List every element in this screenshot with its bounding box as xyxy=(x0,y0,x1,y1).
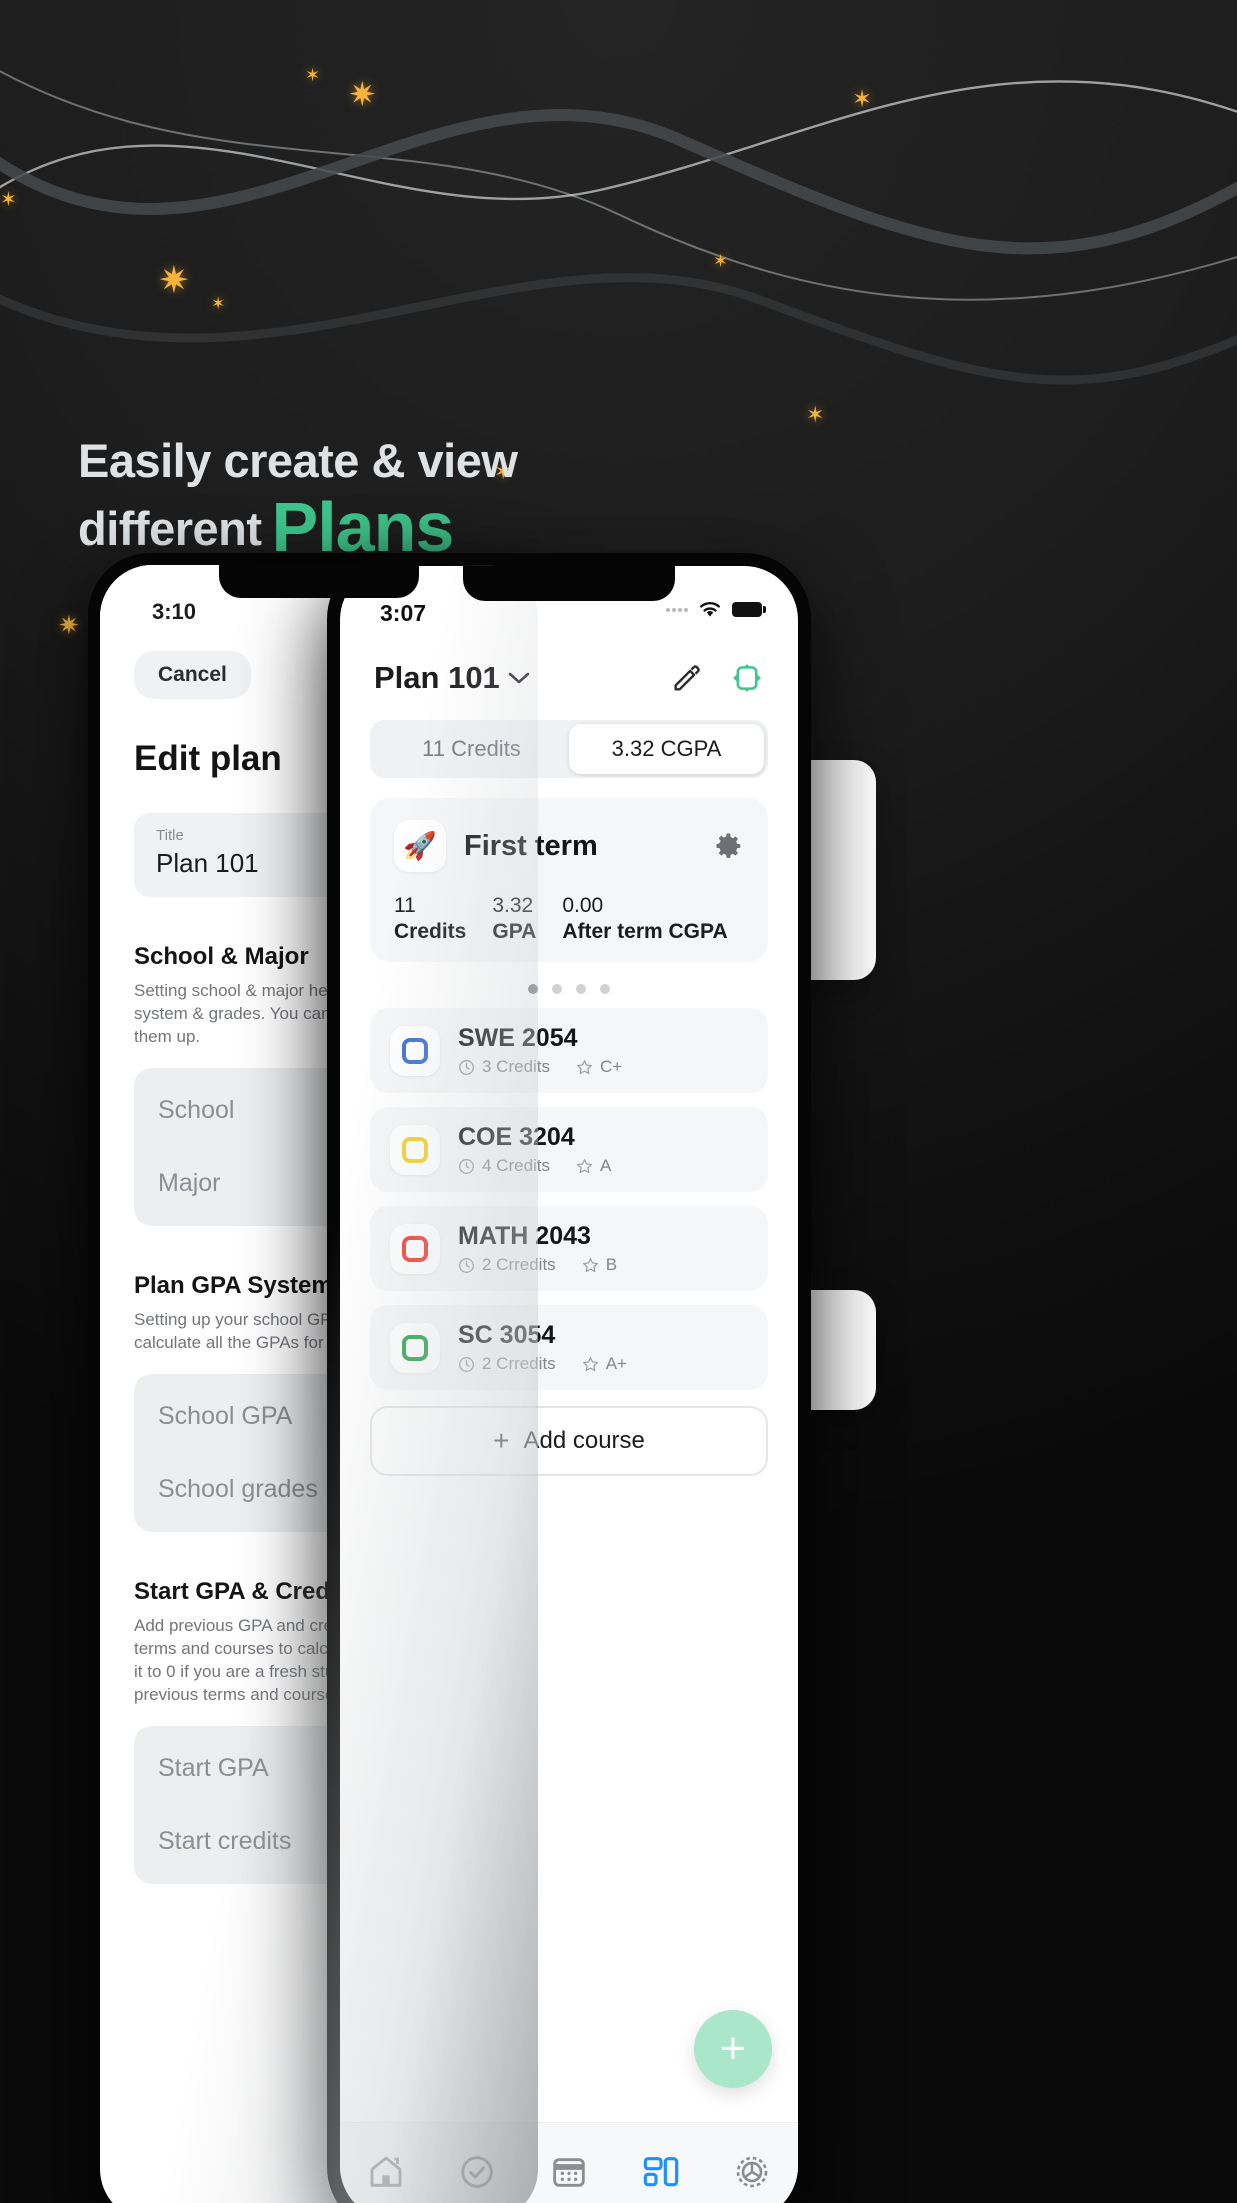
stat-label: Credits xyxy=(394,920,467,943)
settings-icon xyxy=(736,2156,768,2187)
front-status-time: 3:07 xyxy=(380,600,427,626)
segment-cgpa[interactable]: 3.32 CGPA xyxy=(569,724,764,774)
course-row[interactable]: MATH 2043 2 Crredits B xyxy=(370,1206,768,1291)
course-code: SWE 2054 xyxy=(458,1024,578,1052)
term-name: First term xyxy=(464,829,598,862)
star-icon xyxy=(582,1257,598,1272)
course-color-icon xyxy=(390,1124,440,1175)
chevron-down-icon xyxy=(508,672,530,684)
course-credits: 4 Credits xyxy=(482,1156,551,1175)
stat-value: 11 xyxy=(394,894,416,917)
back-status-time: 3:10 xyxy=(152,599,197,624)
front-phone-notch xyxy=(463,566,675,601)
page-dot[interactable] xyxy=(552,984,562,994)
course-color-icon xyxy=(390,1322,440,1373)
stat-value: 0.00 xyxy=(562,894,604,917)
clock-icon xyxy=(459,1059,474,1075)
pencil-icon[interactable] xyxy=(670,661,704,695)
course-code: COE 3204 xyxy=(458,1123,575,1151)
term-card-header: 🚀 First term xyxy=(394,820,744,872)
expand-arrows-icon[interactable] xyxy=(730,661,764,695)
desc-line: calculate all the GPAs for you xyxy=(134,1333,356,1352)
stat-value: 3.32 xyxy=(492,894,534,917)
tab-plans[interactable] xyxy=(615,2152,707,2192)
front-status-icons xyxy=(666,600,766,619)
stat-label: After term CGPA xyxy=(562,920,728,943)
course-grade: C+ xyxy=(600,1057,623,1076)
tasks-icon xyxy=(461,2155,494,2188)
tab-home[interactable] xyxy=(340,2152,432,2192)
front-phone-device: 3:07 Plan 101 11 Credits 3.32 CGPA 🚀 Fir… xyxy=(327,553,811,2203)
course-row[interactable]: SC 3054 2 Crredits A+ xyxy=(370,1305,768,1390)
clock-icon xyxy=(459,1356,474,1372)
course-credits: 2 Crredits xyxy=(482,1354,556,1373)
gear-icon[interactable] xyxy=(714,831,744,861)
front-header: Plan 101 xyxy=(340,646,798,706)
desc-line: system & grades. You can sti xyxy=(134,1004,353,1023)
course-code: SC 3054 xyxy=(458,1321,556,1349)
course-row[interactable]: COE 3204 4 Credits A xyxy=(370,1107,768,1192)
desc-line: Add previous GPA and credits xyxy=(134,1616,360,1635)
course-color-icon xyxy=(390,1223,440,1274)
term-card[interactable]: 🚀 First term 11 Credits 3.32 GPA 0.00 Af… xyxy=(370,798,768,962)
clock-icon xyxy=(459,1158,474,1174)
add-course-label: Add course xyxy=(523,1427,645,1454)
desc-line: terms and courses to calcula xyxy=(134,1639,351,1658)
plus-icon: + xyxy=(720,2024,746,2073)
course-grade: B xyxy=(605,1255,618,1274)
cancel-button[interactable]: Cancel xyxy=(134,651,251,699)
course-color-icon xyxy=(390,1025,440,1076)
star-icon xyxy=(582,1356,598,1371)
desc-line: Setting school & major helps xyxy=(134,981,350,1000)
desc-line: them up. xyxy=(134,1027,201,1046)
plus-icon: + xyxy=(493,1425,510,1456)
add-course-button[interactable]: + Add course xyxy=(370,1406,768,1476)
plans-icon xyxy=(643,2156,678,2186)
stat-label: GPA xyxy=(492,920,537,943)
credits-cgpa-segmented-control[interactable]: 11 Credits 3.32 CGPA xyxy=(370,720,768,778)
promo-background: ✶ ✷ ✶ ✶ ✶ ✷ ✶ ✶ ✶ ✷ Easily create & view… xyxy=(0,0,1237,2203)
star-icon xyxy=(577,1158,592,1173)
calendar-icon xyxy=(553,2157,585,2187)
segment-credits[interactable]: 11 Credits xyxy=(374,724,569,774)
course-row[interactable]: SWE 2054 3 Credits C+ xyxy=(370,1008,768,1093)
tab-settings[interactable] xyxy=(706,2152,798,2192)
signal-dots-icon xyxy=(666,607,688,612)
stat-gpa: 3.32 GPA xyxy=(492,894,536,944)
desc-line: it to 0 if you are a fresh stude xyxy=(134,1662,354,1681)
wifi-icon xyxy=(700,602,720,617)
stat-credits: 11 Credits xyxy=(394,894,466,944)
term-pagination-dots[interactable] xyxy=(370,984,768,994)
clock-icon xyxy=(459,1257,474,1273)
page-title: Plan 101 xyxy=(374,660,500,695)
desc-line: previous terms and courses. xyxy=(134,1685,348,1704)
course-credits: 2 Crredits xyxy=(482,1255,556,1274)
course-grade: A+ xyxy=(605,1354,627,1373)
term-stats: 11 Credits 3.32 GPA 0.00 After term CGPA xyxy=(394,894,744,944)
page-dot[interactable] xyxy=(600,984,610,994)
battery-icon xyxy=(732,602,766,617)
course-credits: 3 Credits xyxy=(482,1057,551,1076)
page-dot[interactable] xyxy=(576,984,586,994)
tab-calendar[interactable] xyxy=(523,2152,615,2192)
tab-tasks[interactable] xyxy=(432,2152,524,2192)
plan-content: 🚀 First term 11 Credits 3.32 GPA 0.00 Af… xyxy=(340,778,798,2122)
back-phone-notch xyxy=(219,565,419,598)
stat-after-term-cgpa: 0.00 After term CGPA xyxy=(562,894,727,944)
desc-line: Setting up your school GPA a xyxy=(134,1310,355,1329)
page-dot[interactable] xyxy=(528,984,538,994)
home-icon xyxy=(370,2156,402,2187)
bottom-tab-bar xyxy=(340,2122,798,2203)
course-grade: A xyxy=(600,1156,612,1175)
rocket-icon: 🚀 xyxy=(394,820,446,872)
front-phone-screen: 3:07 Plan 101 11 Credits 3.32 CGPA 🚀 Fir… xyxy=(340,566,798,2203)
star-icon xyxy=(577,1059,592,1074)
plan-title-dropdown[interactable]: Plan 101 xyxy=(374,660,530,696)
add-term-fab[interactable]: + xyxy=(694,2010,772,2088)
course-code: MATH 2043 xyxy=(458,1222,591,1250)
